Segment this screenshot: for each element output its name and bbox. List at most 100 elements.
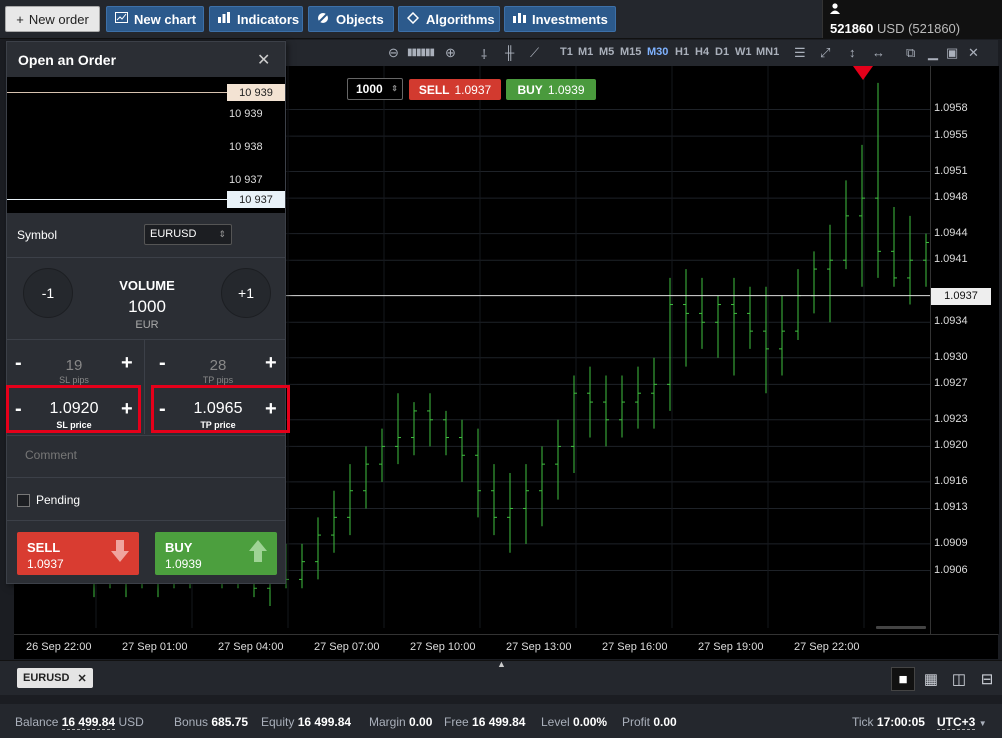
maximize-icon[interactable]: ▣ bbox=[946, 45, 958, 61]
algorithms-button[interactable]: Algorithms bbox=[398, 6, 500, 32]
indicator-list-icon[interactable]: ☰ bbox=[794, 45, 806, 61]
pending-label: Pending bbox=[36, 493, 81, 507]
objects-icon bbox=[316, 12, 330, 27]
time-axis[interactable]: 26 Sep 22:00 27 Sep 01:00 27 Sep 04:00 27 S… bbox=[14, 634, 998, 659]
sl-pips-decrease-button[interactable]: - bbox=[15, 352, 22, 375]
new-chart-button[interactable]: New chart bbox=[106, 6, 204, 32]
level-readout: Level 0.00% bbox=[541, 715, 608, 729]
current-price-tag: 1.0937 bbox=[931, 287, 991, 305]
price-tick-label: 1.0934 bbox=[934, 315, 968, 328]
price-tick-label: 1.0923 bbox=[934, 412, 968, 425]
line-chart-icon[interactable]: ⟋ bbox=[530, 45, 539, 61]
close-tab-icon[interactable]: ✕ bbox=[77, 672, 86, 685]
time-tick-label: 27 Sep 13:00 bbox=[506, 641, 572, 653]
timeframe-t1[interactable]: T1 bbox=[560, 46, 573, 58]
sell-button[interactable]: SELL 1.0937 bbox=[17, 532, 139, 575]
timeframe-h1[interactable]: H1 bbox=[675, 46, 689, 58]
bid-line bbox=[7, 199, 227, 200]
rows-layout-icon[interactable]: ⊟ bbox=[975, 667, 999, 691]
zoom-in-icon[interactable]: ⊕ bbox=[445, 45, 456, 61]
timeframe-h4[interactable]: H4 bbox=[695, 46, 709, 58]
quick-volume-input[interactable]: 1000 ⇕ bbox=[347, 78, 403, 100]
quick-buy-button[interactable]: BUY 1.0939 bbox=[506, 79, 596, 100]
comment-input[interactable]: Comment bbox=[25, 448, 77, 462]
indicators-button[interactable]: Indicators bbox=[209, 6, 303, 32]
price-tick-label: 1.0916 bbox=[934, 474, 968, 487]
mini-price-label: 10 938 bbox=[229, 141, 263, 153]
balance-readout: Balance 16 499.84 USD bbox=[15, 715, 144, 730]
chart-toolbar: ⊖ ▮▮▮▮▮▮ ⊕ ⸸ ╫ ⟋ T1 M1 M5 M15 M30 H1 H4 … bbox=[286, 40, 998, 66]
time-tick-label: 27 Sep 01:00 bbox=[122, 641, 188, 653]
main-toolbar: + New order New chart Indicators Objects… bbox=[0, 0, 1002, 39]
crosshair-icon[interactable]: ⸸ bbox=[481, 45, 487, 63]
symbol-select[interactable]: EURUSD ⇕ bbox=[144, 224, 232, 245]
single-layout-icon[interactable]: ■ bbox=[891, 667, 915, 691]
volume-value[interactable]: 1000 bbox=[97, 297, 197, 317]
spin-icon[interactable]: ⇕ bbox=[391, 79, 398, 99]
timeframe-m5[interactable]: M5 bbox=[599, 46, 614, 58]
collapse-arrow-icon[interactable]: ▲ bbox=[497, 659, 506, 669]
close-panel-icon[interactable]: ✕ bbox=[257, 50, 270, 70]
account-number: 521860 USD (521860) bbox=[830, 21, 961, 36]
sl-pips-increase-button[interactable]: + bbox=[121, 352, 133, 375]
timeframe-mn1[interactable]: MN1 bbox=[756, 46, 779, 58]
pending-checkbox[interactable] bbox=[17, 494, 30, 507]
close-chart-icon[interactable]: ✕ bbox=[968, 45, 979, 61]
grid-layout-icon[interactable]: ▦ bbox=[919, 667, 943, 691]
minimize-icon[interactable]: ▁ bbox=[928, 45, 938, 61]
panel-title: Open an Order bbox=[18, 52, 117, 68]
time-tick-label: 27 Sep 16:00 bbox=[602, 641, 668, 653]
mini-price-chart: 10 939 10 939 10 938 10 937 10 937 bbox=[7, 77, 285, 213]
price-tick-label: 1.0909 bbox=[934, 536, 968, 549]
bid-tag: 10 937 bbox=[227, 191, 285, 208]
timeframe-d1[interactable]: D1 bbox=[715, 46, 729, 58]
price-tick-label: 1.0955 bbox=[934, 129, 968, 142]
objects-button[interactable]: Objects bbox=[308, 6, 394, 32]
time-tick-label: 26 Sep 22:00 bbox=[26, 641, 92, 653]
columns-layout-icon[interactable]: ◫ bbox=[947, 667, 971, 691]
horizontal-resize-icon[interactable]: ↔ bbox=[872, 45, 885, 60]
price-tick-label: 1.0944 bbox=[934, 226, 968, 239]
free-margin-readout: Free 16 499.84 bbox=[444, 715, 526, 729]
new-order-button[interactable]: + New order bbox=[5, 6, 100, 32]
time-tick-label: 27 Sep 07:00 bbox=[314, 641, 380, 653]
timeframe-w1[interactable]: W1 bbox=[735, 46, 752, 58]
volume-label: VOLUME bbox=[119, 278, 175, 293]
price-tick-label: 1.0913 bbox=[934, 501, 968, 514]
timezone-selector[interactable]: UTC+3 ▼ bbox=[937, 715, 987, 730]
zoom-slider[interactable]: ▮▮▮▮▮▮ bbox=[407, 47, 435, 58]
vertical-resize-icon[interactable]: ↕ bbox=[849, 45, 856, 60]
zoom-out-icon[interactable]: ⊖ bbox=[388, 45, 399, 61]
sl-price-label: SL price bbox=[56, 420, 92, 430]
timeframe-m30[interactable]: M30 bbox=[647, 46, 668, 58]
status-bar: Balance 16 499.84 USD Bonus 685.75 Equit… bbox=[0, 704, 1002, 738]
tp-pips-increase-button[interactable]: + bbox=[265, 352, 277, 375]
candles-icon[interactable]: ╫ bbox=[505, 45, 514, 60]
tp-price-decrease-button[interactable]: - bbox=[159, 398, 166, 421]
volume-decrease-button[interactable]: -1 bbox=[23, 268, 73, 318]
time-tick-label: 27 Sep 04:00 bbox=[218, 641, 284, 653]
ask-tag: 10 939 bbox=[227, 84, 285, 101]
tp-pips-value[interactable]: 28 bbox=[188, 357, 248, 374]
account-selector[interactable]: 521860 USD (521860) bbox=[822, 0, 1002, 38]
mini-price-label: 10 937 bbox=[229, 174, 263, 186]
chart-tabs-bar: EURUSD ✕ ▲ ■ ▦ ◫ ⊟ bbox=[0, 659, 1002, 695]
price-axis[interactable]: 1.0958 1.0955 1.0951 1.0948 1.0944 1.0941 1.09… bbox=[930, 66, 999, 634]
sl-price-decrease-button[interactable]: - bbox=[15, 398, 22, 421]
buy-button[interactable]: BUY 1.0939 bbox=[155, 532, 277, 575]
sl-pips-value[interactable]: 19 bbox=[44, 357, 104, 374]
tab-eurusd[interactable]: EURUSD ✕ bbox=[17, 668, 93, 688]
expand-diagonal-icon[interactable]: ⤢ bbox=[820, 45, 830, 61]
volume-increase-button[interactable]: +1 bbox=[221, 268, 271, 318]
sl-price-value[interactable]: 1.0920 bbox=[34, 400, 114, 418]
timeframe-m15[interactable]: M15 bbox=[620, 46, 641, 58]
popout-icon[interactable]: ⧉ bbox=[906, 45, 915, 61]
quick-sell-button[interactable]: SELL 1.0937 bbox=[409, 79, 501, 100]
tp-pips-decrease-button[interactable]: - bbox=[159, 352, 166, 375]
time-tick-label: 27 Sep 22:00 bbox=[794, 641, 860, 653]
timeframe-m1[interactable]: M1 bbox=[578, 46, 593, 58]
sl-price-increase-button[interactable]: + bbox=[121, 398, 133, 421]
investments-button[interactable]: Investments bbox=[504, 6, 616, 32]
tp-price-value[interactable]: 1.0965 bbox=[178, 400, 258, 418]
tp-price-increase-button[interactable]: + bbox=[265, 398, 277, 421]
